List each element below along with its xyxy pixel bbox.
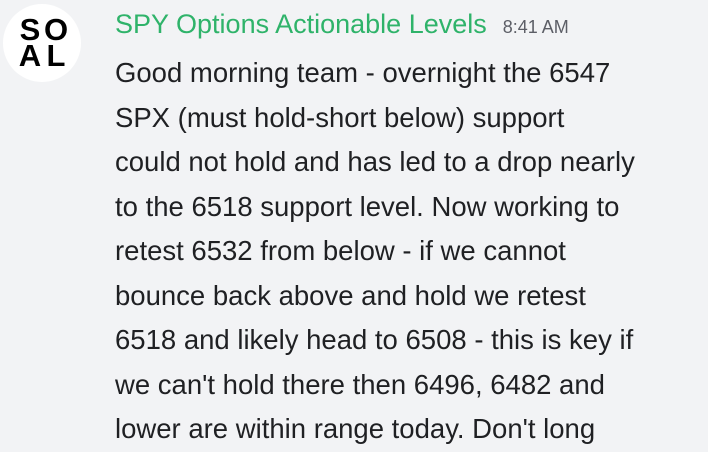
timestamp[interactable]: 8:41 AM: [503, 17, 569, 38]
message-line: lower are within range today. Don't long: [115, 413, 596, 444]
logo-letter: A: [18, 38, 41, 73]
avatar[interactable]: S O A L: [3, 4, 81, 82]
chat-message: S O A L SPY Options Actionable Levels 8:…: [0, 0, 708, 448]
message-line: SPX (must hold-short below) support: [115, 101, 565, 133]
message-line: retest 6532 from below - if we cannot: [115, 235, 566, 266]
logo-letter: L: [46, 38, 66, 73]
message-content: Good morning team - overnight the 6547 S…: [115, 51, 700, 452]
username[interactable]: SPY Options Actionable Levels: [115, 9, 487, 40]
message-line: bounce back above and hold we retest: [115, 279, 586, 311]
message-line: 6518 and likely head to 6508 - this is k…: [115, 324, 634, 355]
message-line: to the 6518 support level. Now working t…: [115, 190, 620, 222]
soal-logo-icon: S O A L: [16, 14, 68, 73]
message-line: we can't hold there then 6496, 6482 and: [115, 368, 605, 400]
message-header: SPY Options Actionable Levels 8:41 AM: [115, 9, 569, 40]
message-line: could not hold and has led to a drop nea…: [115, 146, 635, 177]
message-line: Good morning team - overnight the 6547: [115, 57, 611, 88]
